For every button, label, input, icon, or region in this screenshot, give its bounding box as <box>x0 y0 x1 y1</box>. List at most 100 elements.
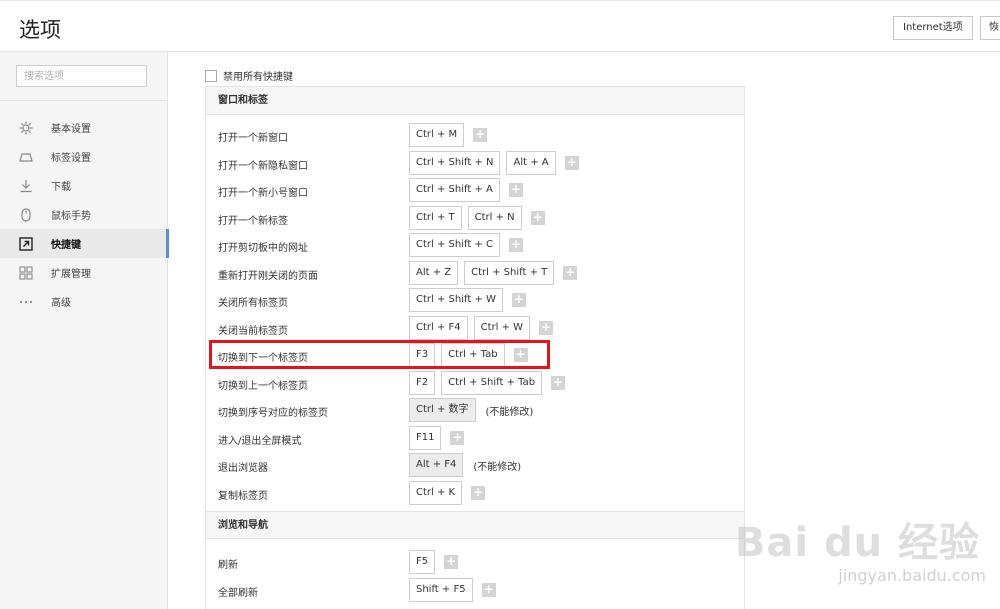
disable-all-shortcuts[interactable]: 禁用所有快捷键 <box>205 68 293 83</box>
shortcut-row: 复制标签页 Ctrl + K + <box>206 480 744 507</box>
shortcut-key[interactable]: Ctrl + Shift + A <box>409 178 500 202</box>
page-title: 选项 <box>19 18 61 42</box>
add-shortcut-button[interactable]: + <box>473 128 488 142</box>
shortcut-key[interactable]: F5 <box>409 550 436 574</box>
shortcut-key[interactable]: Ctrl + T <box>409 206 462 230</box>
shortcut-key[interactable]: Ctrl + N <box>467 206 522 230</box>
shortcut-row: 切换到上一个标签页 F2 Ctrl + Shift + Tab + <box>206 370 744 397</box>
shortcut-key[interactable]: Ctrl + Shift + C <box>409 233 500 257</box>
add-shortcut-button[interactable]: + <box>564 156 579 170</box>
shortcut-key[interactable]: Alt + A <box>506 151 556 175</box>
tab-icon <box>19 150 33 164</box>
add-shortcut-button[interactable]: + <box>508 183 523 197</box>
shortcut-row: 进入/退出全屏模式 F11 + <box>206 425 744 452</box>
shortcut-label: 进入/退出全屏模式 <box>218 436 302 447</box>
section-title: 窗口和标签 <box>206 87 744 115</box>
disable-all-label: 禁用所有快捷键 <box>223 72 293 83</box>
restore-button[interactable]: 恢 <box>980 16 1000 40</box>
sidebar-item-extensions[interactable]: 扩展管理 <box>0 258 168 287</box>
sidebar-divider <box>0 100 167 101</box>
shortcut-label: 关闭当前标签页 <box>218 326 288 337</box>
shortcut-row: 打开一个新标签 Ctrl + T Ctrl + N + <box>206 205 744 232</box>
shortcut-label: 刷新 <box>218 560 238 571</box>
shortcut-row: 重新打开刚关闭的页面 Alt + Z Ctrl + Shift + T + <box>206 260 744 287</box>
shortcut-label: 切换到上一个标签页 <box>218 381 308 392</box>
sidebar-item-label: 扩展管理 <box>51 269 91 280</box>
shortcut-label: 打开一个新窗口 <box>218 133 288 144</box>
shortcut-icon <box>19 236 33 251</box>
add-shortcut-button[interactable]: + <box>508 238 523 252</box>
add-shortcut-button[interactable]: + <box>551 376 566 390</box>
add-shortcut-button[interactable]: + <box>539 321 554 335</box>
shortcut-key[interactable]: Shift + F5 <box>409 578 473 602</box>
sidebar-item-label: 标签设置 <box>51 153 91 164</box>
shortcut-label: 打开剪切板中的网址 <box>218 243 308 254</box>
shortcut-row: 切换到序号对应的标签页 Ctrl + 数字 (不能修改) <box>206 397 744 424</box>
sidebar-item-shortcuts[interactable]: 快捷键 <box>0 229 169 258</box>
shortcut-label: 打开一个新隐私窗口 <box>218 161 308 172</box>
shortcut-row: 关闭当前标签页 Ctrl + F4 Ctrl + W + <box>206 315 744 342</box>
shortcut-row: 刷新 F5 + <box>206 549 744 576</box>
shortcut-key[interactable]: Ctrl + Shift + T <box>464 261 555 285</box>
shortcut-row: 退出浏览器 Alt + F4 (不能修改) <box>206 452 744 479</box>
shortcut-row: 全部刷新 Shift + F5 + <box>206 577 744 604</box>
shortcut-label: 打开一个新小号窗口 <box>218 188 308 199</box>
search-input[interactable] <box>16 65 147 87</box>
header: 选项 Internet选项 恢 <box>0 0 1000 52</box>
shortcut-row: 关闭所有标签页 Ctrl + Shift + W + <box>206 287 744 314</box>
add-shortcut-button[interactable]: + <box>563 266 578 280</box>
shortcut-label: 退出浏览器 <box>218 463 268 474</box>
shortcut-key[interactable]: Ctrl + K <box>409 481 463 505</box>
sidebar-item-label: 基本设置 <box>51 124 91 135</box>
add-shortcut-button[interactable]: + <box>530 211 545 225</box>
mouse-icon <box>19 207 33 222</box>
sidebar-item-tabs[interactable]: 标签设置 <box>0 142 168 171</box>
shortcut-key-fixed: Ctrl + 数字 <box>409 398 476 422</box>
shortcut-label: 切换到序号对应的标签页 <box>218 408 328 419</box>
sidebar-item-mouse-gestures[interactable]: 鼠标手势 <box>0 200 168 229</box>
shortcut-row: 打开一个新窗口 Ctrl + M + <box>206 122 744 149</box>
shortcut-key[interactable]: Alt + Z <box>409 261 459 285</box>
gear-icon <box>19 121 33 135</box>
shortcut-key[interactable]: Ctrl + Shift + Tab <box>441 371 543 395</box>
sidebar-item-label: 鼠标手势 <box>51 211 91 222</box>
shortcut-label: 关闭所有标签页 <box>218 298 288 309</box>
shortcut-label: 打开一个新标签 <box>218 216 288 227</box>
add-shortcut-button[interactable]: + <box>481 583 496 597</box>
sidebar-item-label: 快捷键 <box>51 240 81 251</box>
not-editable-note: (不能修改) <box>473 461 522 473</box>
more-icon <box>19 295 33 309</box>
download-icon <box>19 179 33 193</box>
shortcut-key[interactable]: Ctrl + F4 <box>409 316 468 340</box>
watermark-logo: Bai du 经验 <box>734 520 980 566</box>
shortcut-key[interactable]: F2 <box>409 371 436 395</box>
shortcut-key[interactable]: Ctrl + M <box>409 123 465 147</box>
shortcut-key[interactable]: Ctrl + W <box>473 316 531 340</box>
extensions-icon <box>19 265 33 280</box>
sidebar-item-label: 高级 <box>51 298 71 309</box>
add-shortcut-button[interactable]: + <box>444 555 459 569</box>
sidebar: 基本设置 标签设置 下载 鼠标手势 快捷键 扩展管理 高级 <box>0 52 169 609</box>
sidebar-item-advanced[interactable]: 高级 <box>0 287 168 316</box>
internet-options-button[interactable]: Internet选项 <box>893 16 973 40</box>
shortcut-label: 复制标签页 <box>218 491 268 502</box>
section-title: 浏览和导航 <box>206 511 744 539</box>
shortcut-label: 重新打开刚关闭的页面 <box>218 271 318 282</box>
sidebar-item-basic[interactable]: 基本设置 <box>0 113 168 142</box>
shortcut-label: 全部刷新 <box>218 588 258 599</box>
watermark-url: jingyan.baidu.com <box>838 566 986 585</box>
shortcut-key-fixed: Alt + F4 <box>409 453 464 477</box>
disable-all-checkbox[interactable] <box>205 69 217 82</box>
shortcut-key[interactable]: Ctrl + Shift + N <box>409 151 501 175</box>
not-editable-note: (不能修改) <box>485 406 534 418</box>
shortcut-row: 打开一个新隐私窗口 Ctrl + Shift + N Alt + A + <box>206 150 744 177</box>
sidebar-item-label: 下载 <box>51 182 71 193</box>
add-shortcut-button[interactable]: + <box>471 486 486 500</box>
shortcut-key[interactable]: Ctrl + Shift + W <box>409 288 503 312</box>
shortcut-key[interactable]: F11 <box>409 426 442 450</box>
highlight-box <box>209 340 550 369</box>
shortcut-row: 打开剪切板中的网址 Ctrl + Shift + C + <box>206 232 744 259</box>
add-shortcut-button[interactable]: + <box>450 431 465 445</box>
add-shortcut-button[interactable]: + <box>511 293 526 307</box>
sidebar-item-download[interactable]: 下载 <box>0 171 168 200</box>
